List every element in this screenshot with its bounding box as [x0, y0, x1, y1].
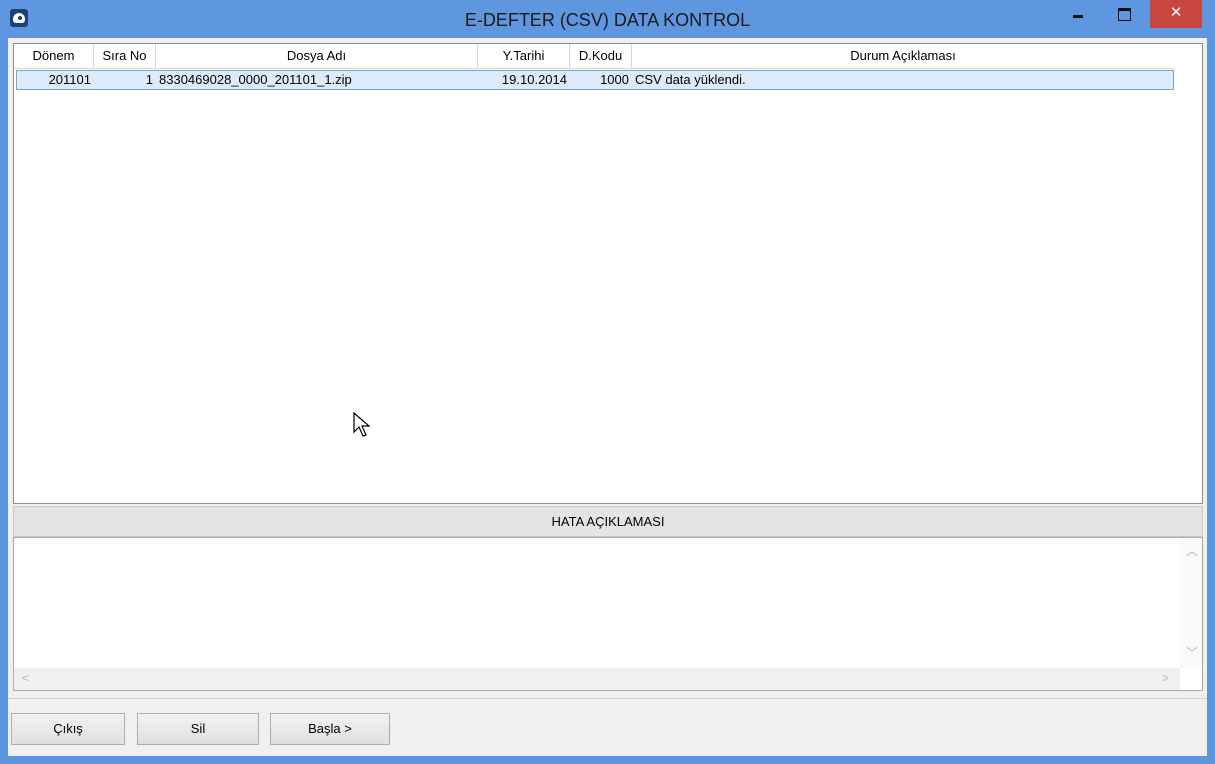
cell-dosya-adi: 8330469028_0000_201101_1.zip [159, 72, 352, 87]
minimize-icon [1073, 15, 1083, 18]
app-window: E-DEFTER (CSV) DATA KONTROL ✕ Dönem Sıra… [0, 0, 1215, 764]
col-header-durum[interactable]: Durum Açıklaması [632, 44, 1174, 68]
divider [8, 698, 1207, 699]
maximize-icon [1117, 8, 1131, 21]
title-bar[interactable]: E-DEFTER (CSV) DATA KONTROL ✕ [0, 0, 1215, 38]
scroll-down-icon[interactable]: ﹀ [1186, 644, 1198, 661]
cell-durum: CSV data yüklendi. [635, 72, 746, 87]
error-description-box[interactable]: ︿ ﹀ < > [13, 537, 1203, 691]
table-row[interactable]: 201101 1 8330469028_0000_201101_1.zip 19… [16, 70, 1174, 90]
close-button[interactable]: ✕ [1150, 0, 1202, 28]
scroll-right-icon[interactable]: > [1162, 671, 1169, 685]
minimize-button[interactable] [1063, 0, 1093, 30]
exit-button[interactable]: Çıkış [11, 713, 125, 745]
horizontal-scrollbar[interactable]: < > [14, 668, 1180, 690]
cell-sira-no: 1 [145, 72, 153, 87]
client-area: Dönem Sıra No Dosya Adı Y.Tarihi D.Kodu … [8, 38, 1207, 756]
grid-header: Dönem Sıra No Dosya Adı Y.Tarihi D.Kodu … [14, 44, 1174, 69]
col-header-donem[interactable]: Dönem [14, 44, 94, 68]
col-header-y-tarihi[interactable]: Y.Tarihi [478, 44, 570, 68]
scroll-up-icon[interactable]: ︿ [1186, 542, 1198, 559]
error-panel-title: HATA AÇIKLAMASI [13, 506, 1203, 537]
mouse-pointer-icon [353, 412, 371, 437]
start-button[interactable]: Başla > [270, 713, 390, 745]
vertical-scrollbar[interactable]: ︿ ﹀ [1180, 538, 1202, 668]
col-header-sira-no[interactable]: Sıra No [94, 44, 156, 68]
cell-d-kodu: 1000 [600, 72, 629, 87]
delete-button[interactable]: Sil [137, 713, 259, 745]
cell-y-tarihi: 19.10.2014 [501, 72, 567, 87]
window-title: E-DEFTER (CSV) DATA KONTROL [464, 10, 751, 30]
data-grid[interactable]: Dönem Sıra No Dosya Adı Y.Tarihi D.Kodu … [13, 43, 1203, 504]
col-header-dosya-adi[interactable]: Dosya Adı [156, 44, 478, 68]
close-icon: ✕ [1169, 4, 1183, 21]
cell-donem: 201101 [48, 72, 91, 87]
col-header-d-kodu[interactable]: D.Kodu [570, 44, 632, 68]
maximize-button[interactable] [1109, 0, 1139, 30]
scroll-left-icon[interactable]: < [22, 671, 29, 685]
